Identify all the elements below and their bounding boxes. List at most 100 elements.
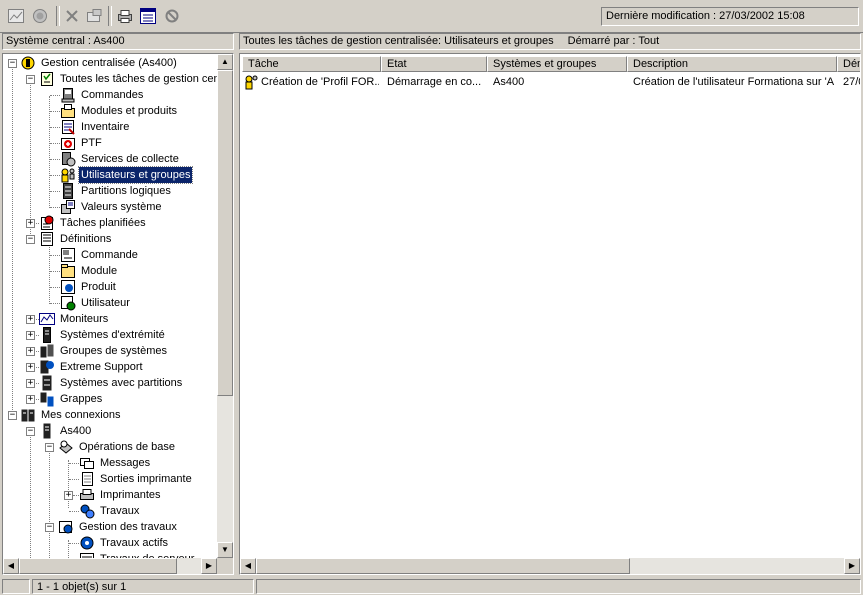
tree-item-label: Commande: [81, 249, 138, 261]
column-header-etat[interactable]: Etat: [381, 56, 487, 72]
tree-item-label: Systèmes d'extrémité: [60, 329, 165, 341]
expand-toggle[interactable]: +: [26, 315, 35, 324]
tree-item-gestion-travaux[interactable]: Gestion des travaux: [58, 519, 179, 535]
product-definition-icon: [60, 279, 76, 295]
tree-item-label: Gestion des travaux: [79, 521, 177, 533]
tree-item-grappes[interactable]: Grappes: [39, 391, 104, 407]
tree-item-travaux[interactable]: Travaux: [79, 503, 141, 519]
tree-item-utilisateurs-groupes[interactable]: Utilisateurs et groupes: [60, 166, 194, 184]
toolbar: Dernière modification : 27/03/2002 15:08: [0, 0, 863, 33]
collapse-toggle[interactable]: −: [45, 523, 54, 532]
task-list-icon: [39, 71, 55, 87]
expand-toggle[interactable]: +: [26, 347, 35, 356]
tree-item-moniteurs[interactable]: Moniteurs: [39, 311, 110, 327]
tree-vertical-scroll-thumb[interactable]: [217, 70, 233, 396]
inventory-icon: [60, 119, 76, 135]
tree-connector: [50, 175, 60, 176]
tree-item-systemes-partitions[interactable]: Systèmes avec partitions: [39, 375, 184, 391]
column-header-demarre[interactable]: Démarré: [837, 56, 860, 72]
collapse-toggle[interactable]: −: [26, 427, 35, 436]
navigation-tree[interactable]: − Gestion centralisée (As400) − Toutes l…: [2, 53, 234, 575]
expand-toggle[interactable]: +: [26, 395, 35, 404]
expand-toggle[interactable]: +: [26, 331, 35, 340]
properties-icon[interactable]: [84, 7, 104, 25]
tree-item-module-def[interactable]: Module: [60, 263, 119, 279]
tree-item-definitions[interactable]: Définitions: [39, 231, 113, 247]
chart-icon[interactable]: [6, 7, 26, 25]
active-jobs-icon: [79, 535, 95, 551]
scrollbar-corner: [217, 558, 233, 574]
scroll-right-arrow-icon[interactable]: ▶: [844, 558, 860, 574]
delete-icon[interactable]: [62, 7, 82, 25]
tree-item-gestion-centralisee[interactable]: Gestion centralisée (As400): [20, 55, 179, 71]
collapse-toggle[interactable]: −: [8, 59, 17, 68]
toolbar-separator: [108, 6, 112, 26]
details-icon[interactable]: [138, 7, 158, 25]
collapse-toggle[interactable]: −: [26, 75, 35, 84]
tree-item-services-collecte[interactable]: Services de collecte: [60, 151, 181, 167]
tree-item-extreme-support[interactable]: Extreme Support: [39, 359, 145, 375]
print-icon[interactable]: [115, 7, 135, 25]
tree-item-all-tasks[interactable]: Toutes les tâches de gestion centralisée: [39, 71, 233, 87]
expand-toggle[interactable]: +: [26, 219, 35, 228]
scroll-left-arrow-icon[interactable]: ◀: [3, 558, 19, 574]
tree-item-operations-base[interactable]: Opérations de base: [58, 439, 177, 455]
tree-horizontal-scroll-thumb[interactable]: [19, 558, 177, 574]
tree-item-as400[interactable]: As400: [39, 423, 93, 439]
list-horizontal-scroll-thumb[interactable]: [256, 558, 630, 574]
expand-toggle[interactable]: +: [26, 363, 35, 372]
collapse-toggle[interactable]: −: [26, 235, 35, 244]
work-management-icon: [58, 519, 74, 535]
tree-connector: [50, 255, 60, 256]
tree-item-label: Inventaire: [81, 121, 130, 133]
expand-toggle[interactable]: +: [64, 491, 73, 500]
tree-item-taches-planifiees[interactable]: Tâches planifiées: [39, 215, 148, 231]
tree-item-systemes-extremite[interactable]: Systèmes d'extrémité: [39, 327, 167, 343]
tree-item-messages[interactable]: Messages: [79, 455, 152, 471]
tree-item-commande-def[interactable]: Commande: [60, 247, 140, 263]
tree-connector: [49, 240, 50, 304]
column-header-systemes[interactable]: Systèmes et groupes: [487, 56, 627, 72]
system-values-icon: [60, 199, 76, 215]
column-header-tache[interactable]: Tâche: [242, 56, 381, 72]
tree-item-groupes-systemes[interactable]: Groupes de systèmes: [39, 343, 169, 359]
tree-item-ptf[interactable]: PTF: [60, 135, 104, 151]
tree-item-valeurs-systeme[interactable]: Valeurs système: [60, 199, 164, 215]
stop-icon[interactable]: [162, 7, 182, 25]
tree-item-modules[interactable]: Modules et produits: [60, 103, 179, 119]
scroll-right-arrow-icon[interactable]: ▶: [201, 558, 217, 574]
tree-item-commandes[interactable]: Commandes: [60, 87, 145, 103]
tree-item-label: Opérations de base: [79, 441, 176, 453]
tree-item-imprimantes[interactable]: Imprimantes: [79, 487, 163, 503]
tree-item-sorties-imprimante[interactable]: Sorties imprimante: [79, 471, 194, 487]
record-icon[interactable]: [30, 7, 50, 25]
tree-item-utilisateur-def[interactable]: Utilisateur: [60, 295, 132, 311]
scroll-down-arrow-icon[interactable]: ▼: [217, 542, 233, 558]
basic-operations-icon: [58, 439, 74, 455]
expand-toggle[interactable]: +: [26, 379, 35, 388]
column-header-description[interactable]: Description: [627, 56, 837, 72]
scroll-up-arrow-icon[interactable]: ▲: [217, 54, 233, 70]
tree-item-label: Commandes: [81, 89, 144, 101]
tree-item-label: Utilisateurs et groupes: [77, 166, 194, 184]
tree-item-label: Sorties imprimante: [100, 473, 192, 485]
fix-pack-icon: [60, 135, 76, 151]
tree-item-label: Définitions: [60, 233, 112, 245]
tree-item-produit-def[interactable]: Produit: [60, 279, 118, 295]
tree-item-mes-connexions[interactable]: Mes connexions: [20, 407, 123, 423]
connections-icon: [20, 407, 36, 423]
tree-item-partitions-logiques[interactable]: Partitions logiques: [60, 183, 173, 199]
tree-connector: [69, 511, 79, 512]
tree-item-label: Utilisateur: [81, 297, 130, 309]
tree-item-inventaire[interactable]: Inventaire: [60, 119, 131, 135]
collapse-toggle[interactable]: −: [8, 411, 17, 420]
tree-connector: [69, 479, 79, 480]
task-list-view[interactable]: Tâche Etat Systèmes et groupes Descripti…: [239, 53, 861, 575]
collapse-toggle[interactable]: −: [45, 443, 54, 452]
tree-item-label: As400: [60, 425, 92, 437]
scroll-left-arrow-icon[interactable]: ◀: [240, 558, 256, 574]
package-icon: [60, 103, 76, 119]
toolbar-separator: [56, 6, 60, 26]
tree-item-travaux-actifs[interactable]: Travaux actifs: [79, 535, 170, 551]
list-title: Toutes les tâches de gestion centralisée…: [243, 35, 554, 47]
